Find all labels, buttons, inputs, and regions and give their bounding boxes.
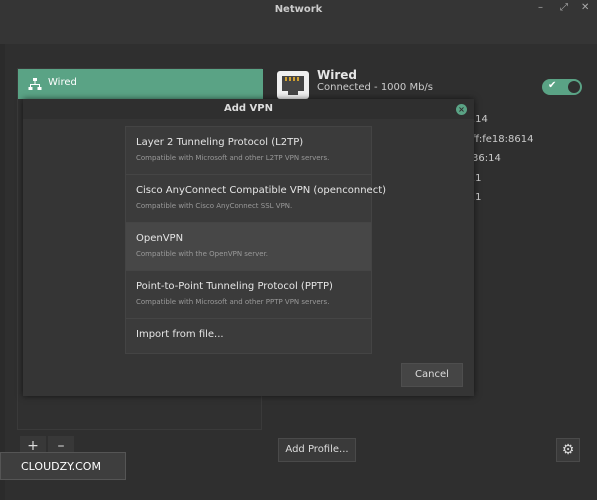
- check-icon: ✔: [548, 80, 557, 91]
- close-icon[interactable]: ✕: [581, 2, 589, 13]
- import-from-file-option[interactable]: Import from file...: [126, 319, 371, 353]
- detail-hw-address: 36:14: [472, 153, 501, 164]
- vpn-option-name: OpenVPN: [136, 233, 184, 244]
- import-label: Import from file...: [136, 329, 224, 340]
- network-wired-icon: [28, 78, 42, 90]
- connection-status: Connected - 1000 Mb/s: [317, 82, 433, 93]
- gear-icon: ⚙: [561, 442, 575, 458]
- maximize-icon[interactable]: ⤢: [560, 2, 568, 13]
- cancel-button[interactable]: Cancel: [401, 363, 463, 387]
- sidebar-item-label: Wired: [48, 77, 77, 88]
- vpn-type-list: Layer 2 Tunneling Protocol (L2TP) Compat…: [125, 126, 386, 354]
- vpn-option-name: Layer 2 Tunneling Protocol (L2TP): [136, 137, 304, 148]
- dialog-title: Add VPN: [224, 103, 273, 114]
- dialog-close-icon[interactable]: ×: [456, 104, 467, 115]
- vpn-option-desc: Compatible with Cisco AnyConnect SSL VPN…: [136, 202, 293, 210]
- ethernet-port-icon: [277, 71, 309, 99]
- wired-toggle-switch[interactable]: ✔: [542, 79, 582, 95]
- vpn-option-desc: Compatible with Microsoft and other PPTP…: [136, 298, 330, 306]
- detail-ipv4: .14: [472, 114, 488, 125]
- detail-ipv6: ff:fe18:8614: [472, 134, 534, 145]
- title-bar: Network – ⤢ ✕: [0, 0, 597, 44]
- add-profile-button[interactable]: Add Profile...: [278, 438, 356, 462]
- settings-button[interactable]: ⚙: [556, 438, 580, 462]
- vpn-option-pptp[interactable]: Point-to-Point Tunneling Protocol (PPTP)…: [126, 271, 371, 319]
- vpn-option-name: Cisco AnyConnect Compatible VPN (opencon…: [136, 185, 387, 196]
- vpn-option-openconnect[interactable]: Cisco AnyConnect Compatible VPN (opencon…: [126, 175, 386, 223]
- watermark-text: CLOUDZY.COM: [21, 460, 101, 473]
- sidebar-item-wired[interactable]: Wired: [18, 69, 263, 99]
- vpn-option-l2tp[interactable]: Layer 2 Tunneling Protocol (L2TP) Compat…: [126, 127, 371, 175]
- toggle-knob: [568, 81, 580, 93]
- watermark: CLOUDZY.COM: [0, 452, 126, 480]
- vpn-option-openvpn[interactable]: OpenVPN Compatible with the OpenVPN serv…: [126, 223, 371, 271]
- add-vpn-dialog: Add VPN × Layer 2 Tunneling Protocol (L2…: [23, 99, 474, 396]
- vpn-option-desc: Compatible with Microsoft and other L2TP…: [136, 154, 330, 162]
- vpn-option-desc: Compatible with the OpenVPN server.: [136, 250, 269, 258]
- vpn-option-name: Point-to-Point Tunneling Protocol (PPTP): [136, 281, 333, 292]
- window-title: Network: [274, 4, 323, 15]
- connection-title: Wired: [317, 68, 357, 82]
- minimize-icon[interactable]: –: [538, 2, 543, 13]
- dialog-header: Add VPN ×: [23, 99, 474, 119]
